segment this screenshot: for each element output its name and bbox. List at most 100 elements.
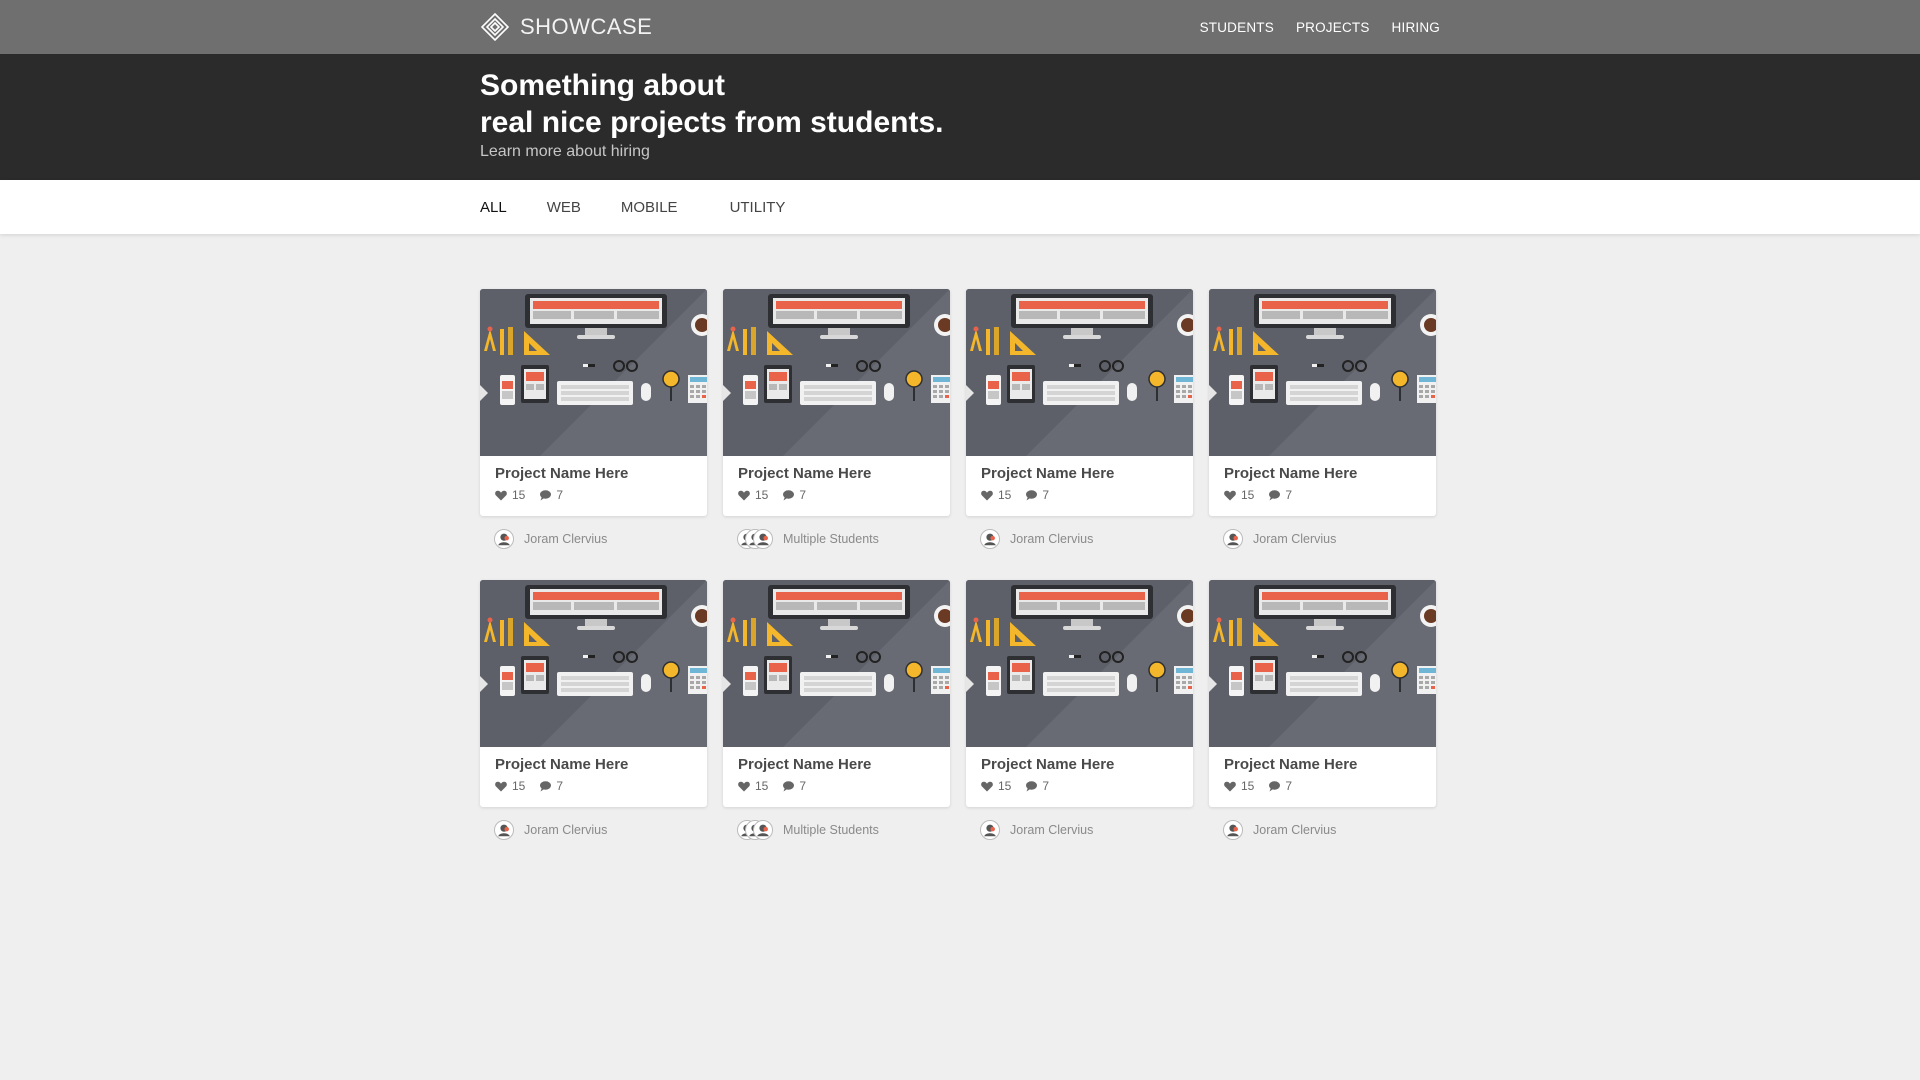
hero-title-line1: Something about (480, 69, 725, 102)
project-name[interactable]: Project Name Here (738, 756, 935, 773)
tab-all[interactable]: ALL (480, 199, 507, 216)
project-thumbnail[interactable] (1209, 289, 1436, 456)
project-thumbnail[interactable] (966, 580, 1193, 747)
tab-utility[interactable]: UTILITY (730, 199, 786, 216)
card-body: Project Name Here 15 7 (966, 747, 1193, 807)
project-name[interactable]: Project Name Here (981, 756, 1178, 773)
project-card[interactable]: Project Name Here 15 7 (480, 580, 707, 807)
author-row[interactable]: Joram Clervius (480, 820, 707, 840)
project-name[interactable]: Project Name Here (495, 756, 692, 773)
likes-stat[interactable]: 15 (1224, 779, 1254, 793)
likes-stat[interactable]: 15 (1224, 488, 1254, 502)
likes-stat[interactable]: 15 (738, 488, 768, 502)
project-thumbnail[interactable] (723, 289, 950, 456)
project-thumbnail[interactable] (723, 580, 950, 747)
project-card[interactable]: Project Name Here 15 7 (1209, 289, 1436, 516)
heart-icon (1224, 490, 1236, 500)
comments-stat[interactable]: 7 (539, 779, 563, 793)
project-thumbnail[interactable] (480, 580, 707, 747)
author-row[interactable]: Joram Clervius (1209, 820, 1436, 840)
avatar-group (737, 529, 773, 549)
card-body: Project Name Here 15 7 (723, 456, 950, 516)
project-name[interactable]: Project Name Here (981, 465, 1178, 482)
comments-count: 7 (556, 488, 564, 502)
avatar-group (1223, 529, 1243, 549)
card-body: Project Name Here 15 7 (966, 456, 1193, 516)
project-name[interactable]: Project Name Here (495, 465, 692, 482)
author-row[interactable]: Joram Clervius (966, 820, 1193, 840)
likes-count: 15 (512, 488, 526, 502)
hero-banner: Something about real nice projects from … (0, 54, 1920, 180)
comments-stat[interactable]: 7 (782, 488, 806, 502)
project-stats: 15 7 (495, 779, 692, 793)
top-navbar: SHOWCASE STUDENTS PROJECTS HIRING (0, 0, 1920, 54)
avatar (494, 820, 514, 840)
nav-hiring[interactable]: HIRING (1392, 20, 1440, 35)
tab-mobile[interactable]: MOBILE (621, 199, 678, 216)
project-thumbnail[interactable] (966, 289, 1193, 456)
project-card[interactable]: Project Name Here 15 7 (480, 289, 707, 516)
author-row[interactable]: Joram Clervius (966, 529, 1193, 549)
likes-stat[interactable]: 15 (495, 779, 525, 793)
author-name[interactable]: Joram Clervius (524, 532, 607, 546)
project-stats: 15 7 (738, 779, 935, 793)
avatar-group (1223, 820, 1243, 840)
author-row[interactable]: Multiple Students (723, 529, 950, 549)
comments-count: 7 (1285, 488, 1293, 502)
project-stats: 15 7 (738, 488, 935, 502)
comments-stat[interactable]: 7 (1268, 488, 1292, 502)
author-row[interactable]: Joram Clervius (480, 529, 707, 549)
nav-projects[interactable]: PROJECTS (1296, 20, 1370, 35)
heart-icon (495, 490, 507, 500)
comments-stat[interactable]: 7 (539, 488, 563, 502)
comments-stat[interactable]: 7 (1268, 779, 1292, 793)
comments-stat[interactable]: 7 (782, 779, 806, 793)
project-item: Project Name Here 15 7 (1209, 580, 1436, 871)
project-name[interactable]: Project Name Here (738, 465, 935, 482)
project-name[interactable]: Project Name Here (1224, 756, 1421, 773)
author-name[interactable]: Joram Clervius (1010, 532, 1093, 546)
avatar-group (980, 820, 1000, 840)
likes-stat[interactable]: 15 (495, 488, 525, 502)
nav-students[interactable]: STUDENTS (1200, 20, 1274, 35)
comments-stat[interactable]: 7 (1025, 779, 1049, 793)
author-name[interactable]: Joram Clervius (1253, 823, 1336, 837)
author-name[interactable]: Joram Clervius (524, 823, 607, 837)
likes-count: 15 (1241, 488, 1255, 502)
likes-stat[interactable]: 15 (738, 779, 768, 793)
author-name[interactable]: Joram Clervius (1253, 532, 1336, 546)
project-name[interactable]: Project Name Here (1224, 465, 1421, 482)
project-card[interactable]: Project Name Here 15 7 (966, 580, 1193, 807)
likes-stat[interactable]: 15 (981, 488, 1011, 502)
tab-web[interactable]: WEB (547, 199, 581, 216)
avatar (1223, 529, 1243, 549)
author-name[interactable]: Joram Clervius (1010, 823, 1093, 837)
project-card[interactable]: Project Name Here 15 7 (1209, 580, 1436, 807)
brand-name: SHOWCASE (520, 14, 653, 39)
project-item: Project Name Here 15 7 (723, 289, 950, 580)
brand-link[interactable]: SHOWCASE (480, 12, 652, 42)
project-item: Project Name Here 15 7 (480, 580, 707, 871)
comment-icon (1269, 780, 1281, 791)
author-name[interactable]: Multiple Students (783, 823, 879, 837)
card-body: Project Name Here 15 7 (480, 456, 707, 516)
likes-stat[interactable]: 15 (981, 779, 1011, 793)
comments-count: 7 (1042, 779, 1050, 793)
comments-stat[interactable]: 7 (1025, 488, 1049, 502)
author-row[interactable]: Multiple Students (723, 820, 950, 840)
comment-icon (540, 780, 552, 791)
author-row[interactable]: Joram Clervius (1209, 529, 1436, 549)
author-name[interactable]: Multiple Students (783, 532, 879, 546)
avatar (753, 529, 773, 549)
avatar-group (494, 529, 514, 549)
avatar (980, 820, 1000, 840)
project-card[interactable]: Project Name Here 15 7 (723, 580, 950, 807)
project-card[interactable]: Project Name Here 15 7 (966, 289, 1193, 516)
card-body: Project Name Here 15 7 (1209, 747, 1436, 807)
project-thumbnail[interactable] (480, 289, 707, 456)
learn-more-hiring-link[interactable]: Learn more about hiring (480, 143, 650, 161)
project-card[interactable]: Project Name Here 15 7 (723, 289, 950, 516)
project-thumbnail[interactable] (1209, 580, 1436, 747)
comment-icon (1269, 489, 1281, 500)
likes-count: 15 (998, 779, 1012, 793)
